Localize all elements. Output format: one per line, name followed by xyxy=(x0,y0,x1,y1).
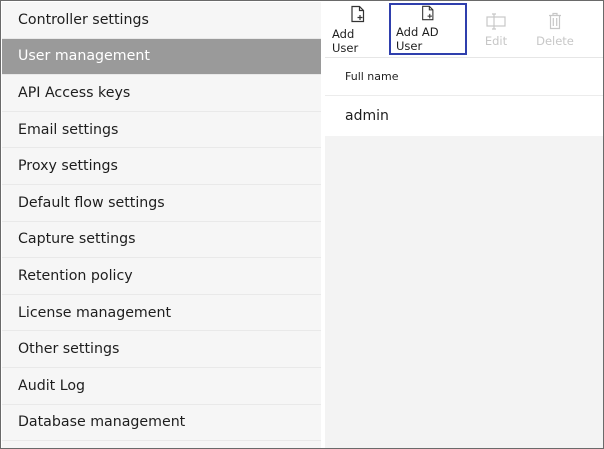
users-table: Full name admin xyxy=(325,58,603,136)
add-document-icon xyxy=(422,5,434,21)
toolbar: Add User Add AD User Edit Delete xyxy=(325,2,603,58)
edit-button[interactable]: Edit xyxy=(471,2,521,57)
sidebar-item-label: Database management xyxy=(18,414,186,431)
settings-window: Controller settings User management API … xyxy=(0,0,604,449)
sidebar-item-user-management[interactable]: User management xyxy=(2,38,321,76)
sidebar-item-label: Controller settings xyxy=(18,11,149,28)
sidebar-item-retention-policy[interactable]: Retention policy xyxy=(2,258,321,295)
sidebar-item-label: Default flow settings xyxy=(18,194,165,211)
delete-button[interactable]: Delete xyxy=(525,2,585,57)
sidebar-item-label: Other settings xyxy=(18,341,120,358)
sidebar-item-label: Audit Log xyxy=(18,377,86,394)
sidebar-item-label: Capture settings xyxy=(18,231,136,248)
column-header-label: Full name xyxy=(345,70,399,83)
sidebar-item-label: Retention policy xyxy=(18,267,133,284)
edit-icon xyxy=(486,12,506,30)
sidebar-item-email-settings[interactable]: Email settings xyxy=(2,112,321,149)
sidebar-item-label: Proxy settings xyxy=(18,158,118,175)
sidebar-item-label: Email settings xyxy=(18,121,119,138)
sidebar-item-label: User management xyxy=(18,48,150,65)
add-ad-user-button[interactable]: Add AD User xyxy=(389,3,467,55)
sidebar-item-proxy-settings[interactable]: Proxy settings xyxy=(2,148,321,185)
sidebar-item-api-access-keys[interactable]: API Access keys xyxy=(2,75,321,112)
table-row[interactable]: admin xyxy=(325,96,603,136)
add-user-label: Add User xyxy=(332,26,359,55)
sidebar-item-license-management[interactable]: License management xyxy=(2,295,321,332)
sidebar-item-audit-log[interactable]: Audit Log xyxy=(2,368,321,405)
add-ad-user-label: Add AD User xyxy=(396,25,439,53)
trash-icon xyxy=(549,12,561,29)
user-full-name: admin xyxy=(345,108,389,124)
sidebar-item-database-management[interactable]: Database management xyxy=(2,405,321,442)
add-user-button[interactable]: Add User xyxy=(329,2,387,57)
user-management-panel: Add User Add AD User Edit Delete Full na… xyxy=(325,2,603,448)
sidebar-item-default-flow-settings[interactable]: Default flow settings xyxy=(2,185,321,222)
add-document-icon xyxy=(351,5,365,22)
column-header-full-name[interactable]: Full name xyxy=(325,58,603,96)
sidebar-item-label: License management xyxy=(18,304,172,321)
sidebar-item-capture-settings[interactable]: Capture settings xyxy=(2,222,321,259)
settings-sidebar: Controller settings User management API … xyxy=(2,2,321,448)
delete-label: Delete xyxy=(536,33,574,48)
sidebar-item-label: API Access keys xyxy=(18,84,131,101)
sidebar-item-controller-settings[interactable]: Controller settings xyxy=(2,2,321,39)
sidebar-item-other-settings[interactable]: Other settings xyxy=(2,331,321,368)
edit-label: Edit xyxy=(484,33,508,48)
